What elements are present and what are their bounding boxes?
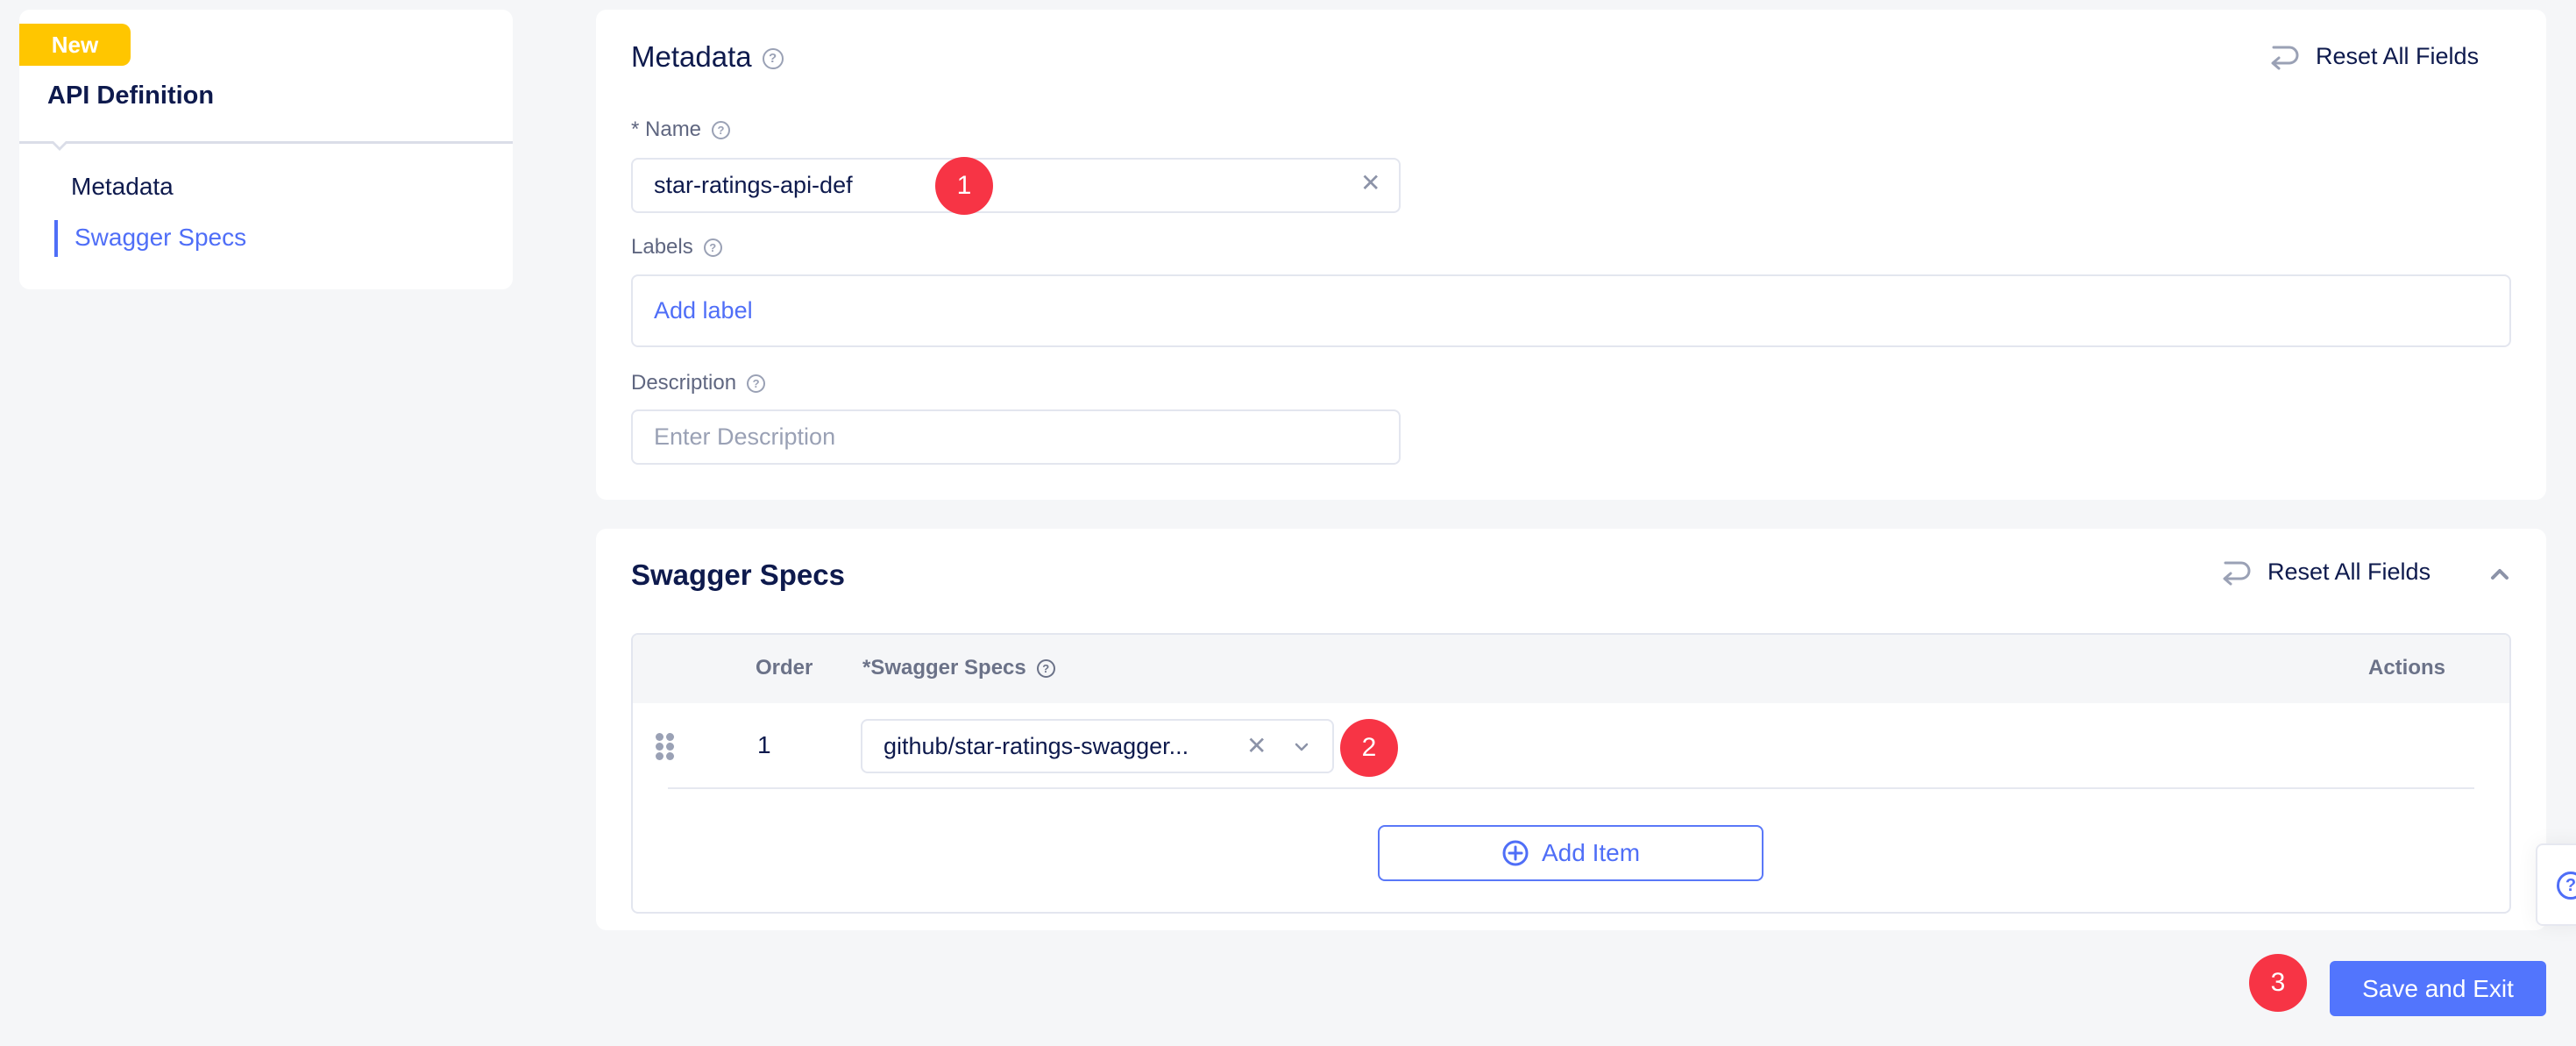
add-item-label: Add Item [1541, 839, 1641, 866]
metadata-reset-button[interactable]: Reset All Fields [2268, 43, 2479, 70]
description-label: Description? [631, 371, 766, 395]
step-marker-1: 1 [935, 157, 993, 215]
plus-circle-icon [1502, 840, 1529, 866]
new-badge: New [19, 24, 131, 66]
clear-icon[interactable]: ✕ [1360, 168, 1380, 197]
help-icon[interactable]: ? [747, 374, 766, 394]
name-input[interactable]: star-ratings-api-def ✕ [631, 158, 1401, 213]
description-placeholder: Enter Description [654, 423, 836, 450]
help-icon[interactable]: ? [1036, 659, 1055, 679]
description-label-text: Description [631, 371, 737, 395]
name-label: * Name? [631, 117, 731, 142]
swagger-specs-section: Swagger Specs Reset All Fields Order *Sw… [596, 529, 2546, 930]
name-value: star-ratings-api-def [654, 172, 853, 198]
description-input[interactable]: Enter Description [631, 409, 1401, 465]
swagger-title: Swagger Specs [631, 559, 845, 591]
chevron-down-icon[interactable] [1294, 742, 1309, 752]
column-header-actions: Actions [2368, 656, 2446, 680]
save-and-exit-button[interactable]: Save and Exit [2330, 961, 2546, 1016]
swagger-spec-value: github/star-ratings-swagger... [884, 732, 1189, 759]
labels-label-text: Labels [631, 235, 693, 259]
name-label-text: * Name [631, 117, 702, 141]
help-icon[interactable]: ? [712, 121, 731, 140]
sidebar-item-swagger-specs[interactable]: Swagger Specs [75, 224, 246, 252]
help-icon[interactable]: ? [762, 48, 784, 70]
step-marker-2: 2 [1340, 719, 1398, 777]
metadata-title-text: Metadata [631, 40, 752, 73]
help-floating-button[interactable]: ? [2536, 843, 2576, 926]
row-divider [668, 787, 2474, 789]
sidebar-nav: New API Definition Metadata Swagger Spec… [19, 10, 513, 289]
labels-input[interactable]: Add label [631, 274, 2511, 347]
swagger-spec-select[interactable]: github/star-ratings-swagger... ✕ [861, 719, 1334, 773]
add-item-button[interactable]: Add Item [1378, 825, 1763, 881]
order-cell: 1 [757, 731, 771, 758]
clear-icon[interactable]: ✕ [1246, 731, 1267, 760]
column-header-swagger-specs: *Swagger Specs? [862, 656, 1055, 680]
metadata-section: Metadata? Reset All Fields * Name? star-… [596, 10, 2546, 500]
caret-icon [51, 140, 68, 151]
reset-icon [2271, 46, 2299, 69]
table-header: Order *Swagger Specs? Actions [633, 635, 2509, 703]
sidebar-title: API Definition [47, 82, 215, 110]
reset-label: Reset All Fields [2316, 43, 2480, 69]
collapse-chevron-up-icon[interactable] [2489, 567, 2510, 581]
step-marker-3: 3 [2249, 954, 2307, 1012]
reset-label: Reset All Fields [2267, 559, 2431, 585]
metadata-title: Metadata? [631, 40, 784, 74]
add-label-link[interactable]: Add label [654, 297, 753, 324]
column-header-text: *Swagger Specs [862, 656, 1026, 680]
sidebar-divider [19, 141, 513, 144]
drag-handle-icon[interactable] [656, 733, 675, 761]
swagger-reset-button[interactable]: Reset All Fields [2220, 559, 2431, 586]
swagger-specs-table: Order *Swagger Specs? Actions 1 github/s… [631, 633, 2511, 914]
sidebar-item-metadata[interactable]: Metadata [71, 173, 174, 201]
column-header-order: Order [756, 656, 813, 680]
active-indicator [54, 220, 58, 257]
question-circle-icon: ? [2557, 872, 2576, 900]
reset-icon [2223, 561, 2251, 585]
labels-label: Labels? [631, 235, 722, 260]
help-icon[interactable]: ? [703, 238, 722, 258]
